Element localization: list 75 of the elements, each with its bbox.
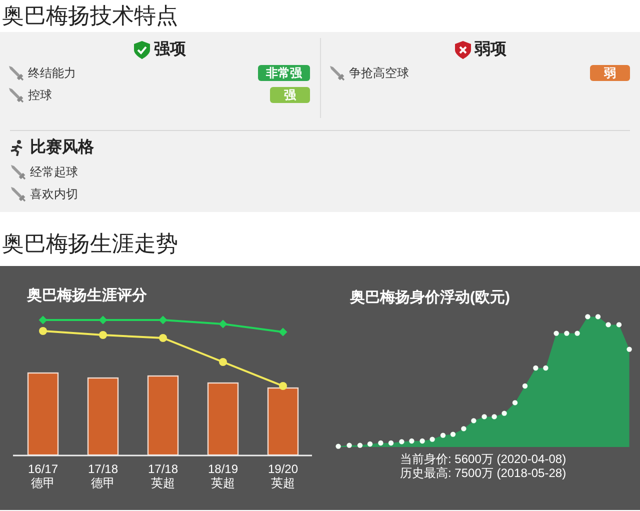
peak-value-text: 历史最高: 7500万 (2018-05-28) xyxy=(400,466,566,480)
data-point xyxy=(399,439,404,444)
axis-label: 19/20 xyxy=(268,462,298,476)
data-point xyxy=(99,331,107,339)
chart-title: 奥巴梅扬身价浮动(欧元) xyxy=(350,288,510,308)
data-point xyxy=(430,436,435,442)
data-point xyxy=(219,358,227,366)
data-point xyxy=(461,426,466,432)
data-point xyxy=(585,314,590,320)
style-label: 经常起球 xyxy=(30,164,78,181)
data-point xyxy=(522,383,528,389)
chart-title: 奥巴梅扬生涯评分 xyxy=(27,286,147,306)
shield-cross-icon xyxy=(454,41,470,59)
data-point xyxy=(440,432,446,438)
skill-label: 终结能力 xyxy=(28,65,77,82)
sword-icon xyxy=(8,65,24,81)
data-point xyxy=(574,330,580,336)
data-point xyxy=(336,444,341,449)
data-point xyxy=(450,432,456,437)
data-point xyxy=(357,442,363,448)
rating-badge: 弱 xyxy=(590,65,630,81)
axis-label: 德甲 xyxy=(31,476,55,490)
axis-label: 18/19 xyxy=(208,462,238,476)
diamond-marker xyxy=(158,316,168,324)
diamond-marker xyxy=(98,316,108,324)
data-point xyxy=(39,327,47,335)
section-title: 奥巴梅扬技术特点 xyxy=(1,2,179,30)
data-point xyxy=(616,322,622,328)
axis-label: 英超 xyxy=(211,476,235,490)
axis-label: 17/18 xyxy=(148,462,178,476)
axis-label: 英超 xyxy=(151,476,175,490)
shield-check-icon xyxy=(134,41,150,59)
current-value-text: 当前身价: 5600万 (2020-04-08) xyxy=(400,452,566,466)
data-point xyxy=(512,400,518,406)
sword-icon xyxy=(10,164,26,180)
data-point xyxy=(595,314,601,320)
data-point xyxy=(346,442,352,448)
data-point xyxy=(482,414,487,420)
section-title: 奥巴梅扬生涯走势 xyxy=(1,230,179,258)
bar xyxy=(267,387,299,456)
data-point xyxy=(279,382,287,390)
skill-label: 控球 xyxy=(28,87,53,104)
data-point xyxy=(502,410,507,416)
data-point xyxy=(554,330,559,336)
rating-badge: 强 xyxy=(270,87,310,103)
data-point xyxy=(367,441,373,447)
data-point xyxy=(533,365,538,371)
data-point xyxy=(471,418,476,424)
section-heading: 比赛风格 xyxy=(30,137,94,158)
axis-label: 德甲 xyxy=(91,476,115,490)
sword-icon xyxy=(329,65,345,81)
section-heading: 弱项 xyxy=(474,40,506,60)
section-heading: 强项 xyxy=(154,40,186,60)
data-point xyxy=(409,438,414,444)
axis-label: 17/18 xyxy=(88,462,118,476)
runner-icon xyxy=(10,140,24,156)
axis-label: 英超 xyxy=(271,476,295,490)
sword-icon xyxy=(8,87,24,103)
data-point xyxy=(606,322,611,328)
data-point xyxy=(159,334,167,342)
diamond-marker xyxy=(278,328,288,336)
data-point xyxy=(626,346,632,352)
diamond-marker xyxy=(38,316,48,324)
rating-badge: 非常强 xyxy=(258,65,310,81)
data-point xyxy=(543,365,548,371)
style-label: 喜欢内切 xyxy=(30,186,78,203)
data-point xyxy=(564,330,570,336)
axis-label: 16/17 xyxy=(28,462,58,476)
data-point xyxy=(492,414,497,420)
data-point xyxy=(388,440,394,446)
diamond-marker xyxy=(218,320,228,328)
data-point xyxy=(378,440,384,446)
skill-label: 争抢高空球 xyxy=(349,65,410,82)
sword-icon xyxy=(10,186,26,202)
data-point xyxy=(420,438,425,444)
